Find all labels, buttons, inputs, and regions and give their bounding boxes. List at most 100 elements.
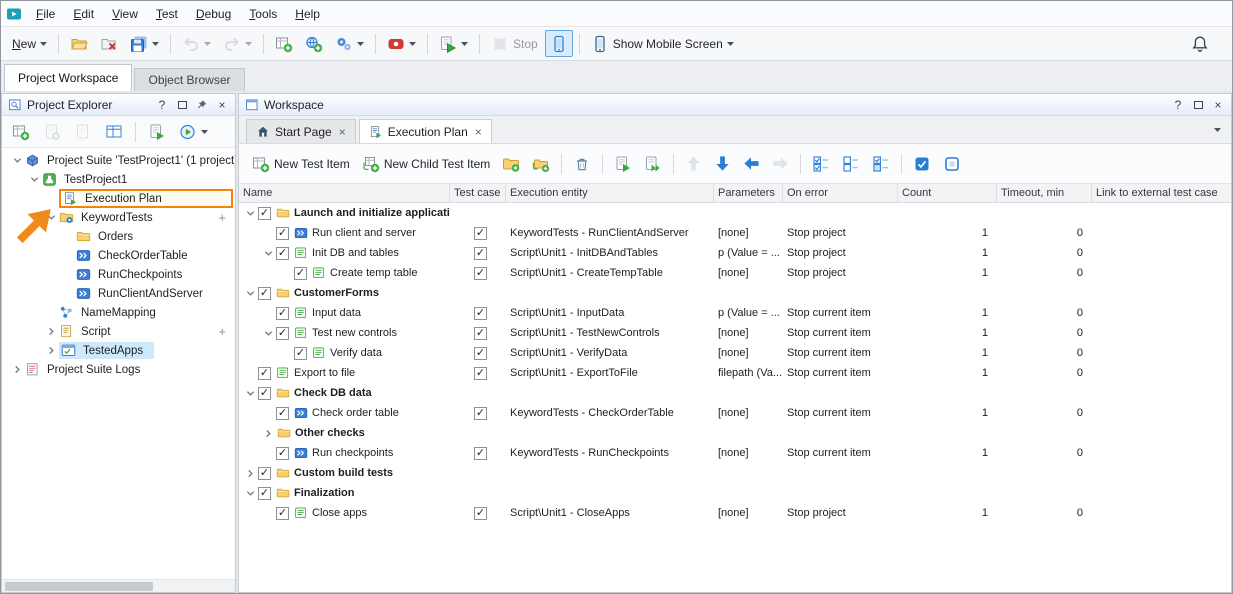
- cell-timeout-min[interactable]: [997, 463, 1092, 483]
- cell-link-to-external-test-case[interactable]: [1092, 423, 1231, 443]
- cell-on-error[interactable]: [783, 463, 898, 483]
- chevron-expanded-icon[interactable]: [27, 175, 42, 184]
- cell-test-case[interactable]: [450, 383, 506, 403]
- cell-timeout-min[interactable]: [997, 423, 1092, 443]
- cell-on-error[interactable]: Stop current item: [783, 303, 898, 323]
- cell-timeout-min[interactable]: 0: [997, 503, 1092, 523]
- cell-name[interactable]: ✓Custom build tests: [239, 463, 450, 483]
- cell-execution-entity[interactable]: Script\Unit1 - VerifyData: [506, 343, 714, 363]
- chevron-expanded-icon[interactable]: [243, 489, 258, 498]
- cell-count[interactable]: [898, 463, 997, 483]
- paste-item-button[interactable]: [69, 118, 97, 145]
- tab-project-workspace[interactable]: Project Workspace: [4, 64, 132, 91]
- help-button[interactable]: ?: [1171, 98, 1185, 112]
- column-header-timeout-min[interactable]: Timeout, min: [997, 184, 1092, 202]
- tree-item-execution-plan[interactable]: Execution Plan: [2, 189, 235, 208]
- cell-execution-entity[interactable]: KeywordTests - RunCheckpoints: [506, 443, 714, 463]
- cell-name[interactable]: ✓Check DB data: [239, 383, 450, 403]
- run-test-button[interactable]: [434, 30, 473, 57]
- cell-on-error[interactable]: Stop current item: [783, 343, 898, 363]
- column-header-name[interactable]: Name: [239, 184, 450, 202]
- cell-parameters[interactable]: p (Value = ...: [714, 243, 783, 263]
- cell-parameters[interactable]: [714, 483, 783, 503]
- cell-execution-entity[interactable]: [506, 383, 714, 403]
- menu-help[interactable]: Help: [286, 2, 329, 26]
- table-row-customerforms[interactable]: ✓CustomerForms: [239, 283, 1231, 303]
- add-web-testing-item-button[interactable]: [300, 30, 328, 57]
- tree-item-runclientandserver[interactable]: RunClientAndServer: [2, 284, 235, 303]
- checkbox[interactable]: ✓: [258, 487, 271, 500]
- chevron-collapsed-icon[interactable]: [261, 429, 276, 438]
- tree-item-runcheckpoints[interactable]: RunCheckpoints: [2, 265, 235, 284]
- cell-timeout-min[interactable]: 0: [997, 303, 1092, 323]
- move-left-button[interactable]: [738, 149, 765, 179]
- cell-count[interactable]: 1: [898, 343, 997, 363]
- cell-test-case[interactable]: ✓: [450, 243, 506, 263]
- cell-test-case[interactable]: [450, 483, 506, 503]
- checkbox[interactable]: ✓: [474, 227, 487, 240]
- close-tab-icon[interactable]: ×: [475, 125, 482, 139]
- run-selected-item-button[interactable]: [609, 149, 637, 179]
- cell-link-to-external-test-case[interactable]: [1092, 443, 1231, 463]
- horizontal-scrollbar[interactable]: [2, 579, 235, 592]
- column-header-count[interactable]: Count: [898, 184, 997, 202]
- cell-execution-entity[interactable]: KeywordTests - RunClientAndServer: [506, 223, 714, 243]
- checkbox[interactable]: ✓: [276, 407, 289, 420]
- cell-test-case[interactable]: ✓: [450, 263, 506, 283]
- cell-count[interactable]: 1: [898, 223, 997, 243]
- cell-name[interactable]: ✓Check order table: [239, 403, 450, 423]
- checkbox[interactable]: ✓: [276, 227, 289, 240]
- checkbox[interactable]: ✓: [276, 247, 289, 260]
- cell-timeout-min[interactable]: 0: [997, 443, 1092, 463]
- tab-object-browser[interactable]: Object Browser: [134, 68, 244, 91]
- chevron-expanded-icon[interactable]: [243, 209, 258, 218]
- cell-test-case[interactable]: ✓: [450, 363, 506, 383]
- cell-on-error[interactable]: Stop current item: [783, 443, 898, 463]
- new-child-group-button[interactable]: [527, 149, 555, 179]
- cell-count[interactable]: 1: [898, 263, 997, 283]
- check-all-button[interactable]: [807, 149, 835, 179]
- menu-view[interactable]: View: [103, 2, 147, 26]
- cell-execution-entity[interactable]: [506, 283, 714, 303]
- checkbox[interactable]: ✓: [474, 267, 487, 280]
- new-group-button[interactable]: [497, 149, 525, 179]
- table-row-custom-build-tests[interactable]: ✓Custom build tests: [239, 463, 1231, 483]
- table-row-close-apps[interactable]: ✓Close apps✓Script\Unit1 - CloseApps[non…: [239, 503, 1231, 523]
- column-header-parameters[interactable]: Parameters: [714, 184, 783, 202]
- cell-execution-entity[interactable]: [506, 463, 714, 483]
- cell-on-error[interactable]: [783, 203, 898, 223]
- checkbox[interactable]: ✓: [276, 327, 289, 340]
- cell-on-error[interactable]: Stop current item: [783, 363, 898, 383]
- cell-execution-entity[interactable]: Script\Unit1 - CreateTempTable: [506, 263, 714, 283]
- pin-button[interactable]: [195, 99, 209, 111]
- cell-timeout-min[interactable]: 0: [997, 363, 1092, 383]
- table-row-run-checkpoints[interactable]: ✓Run checkpoints✓KeywordTests - RunCheck…: [239, 443, 1231, 463]
- scrollbar-thumb[interactable]: [5, 582, 153, 591]
- cell-on-error[interactable]: Stop project: [783, 263, 898, 283]
- cell-count[interactable]: 1: [898, 243, 997, 263]
- close-button[interactable]: ×: [215, 98, 229, 112]
- open-project-button[interactable]: [65, 30, 93, 57]
- cell-timeout-min[interactable]: 0: [997, 343, 1092, 363]
- cell-link-to-external-test-case[interactable]: [1092, 503, 1231, 523]
- cell-execution-entity[interactable]: KeywordTests - CheckOrderTable: [506, 403, 714, 423]
- invert-checks-button[interactable]: [867, 149, 895, 179]
- cell-timeout-min[interactable]: 0: [997, 403, 1092, 423]
- cell-on-error[interactable]: Stop project: [783, 243, 898, 263]
- tree-item-orders[interactable]: Orders: [2, 227, 235, 246]
- table-row-verify-data[interactable]: ✓Verify data✓Script\Unit1 - VerifyData[n…: [239, 343, 1231, 363]
- chevron-expanded-icon[interactable]: [44, 213, 59, 222]
- cell-parameters[interactable]: [714, 383, 783, 403]
- checkbox[interactable]: ✓: [258, 467, 271, 480]
- cell-link-to-external-test-case[interactable]: [1092, 243, 1231, 263]
- cell-on-error[interactable]: Stop project: [783, 223, 898, 243]
- cell-execution-entity[interactable]: [506, 423, 714, 443]
- checkbox[interactable]: ✓: [258, 367, 271, 380]
- chevron-collapsed-icon[interactable]: [243, 469, 258, 478]
- cell-parameters[interactable]: [714, 203, 783, 223]
- chevron-collapsed-icon[interactable]: [44, 346, 59, 355]
- help-button[interactable]: ?: [155, 98, 169, 112]
- cell-on-error[interactable]: [783, 283, 898, 303]
- maximize-button[interactable]: [1191, 101, 1205, 109]
- menu-tools[interactable]: Tools: [240, 2, 286, 26]
